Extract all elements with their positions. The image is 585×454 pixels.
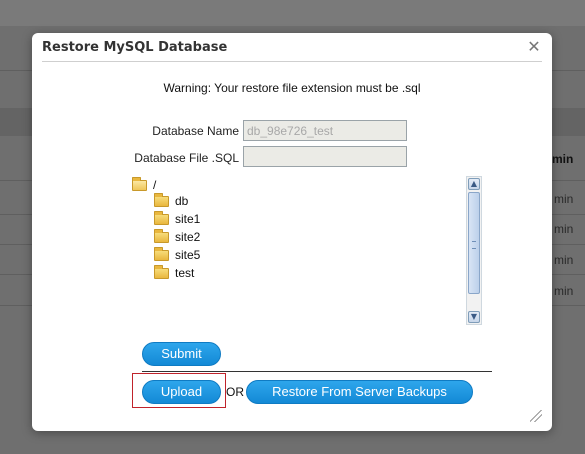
background-cell: min xyxy=(554,284,574,298)
scroll-down-arrow-icon[interactable]: ▼ xyxy=(468,311,480,323)
action-divider xyxy=(142,371,492,372)
folder-icon xyxy=(154,246,169,261)
background-cell: min xyxy=(554,253,574,267)
tree-item[interactable]: test xyxy=(154,264,194,282)
scroll-grip-icon xyxy=(472,241,476,249)
background-header-band xyxy=(0,0,585,26)
tree-item-label: site2 xyxy=(175,230,201,244)
database-name-field[interactable] xyxy=(243,120,407,141)
resize-grip-icon[interactable] xyxy=(530,410,542,422)
tree-item[interactable]: db xyxy=(154,192,188,210)
tree-root[interactable]: / xyxy=(132,176,156,194)
tree-item-label: db xyxy=(175,194,189,208)
folder-icon xyxy=(154,210,169,225)
background-cell: min xyxy=(554,222,574,236)
tree-item-label: test xyxy=(175,266,195,280)
folder-icon xyxy=(154,264,169,279)
tree-root-label: / xyxy=(153,178,157,192)
dialog-title: Restore MySQL Database xyxy=(42,40,228,55)
tree-item-label: site5 xyxy=(175,248,201,262)
title-divider xyxy=(42,61,542,62)
upload-button[interactable]: Upload xyxy=(142,380,221,404)
tree-item-label: site1 xyxy=(175,212,201,226)
database-file-label: Database File .SQL xyxy=(134,151,239,165)
tree-item[interactable]: site1 xyxy=(154,210,200,228)
restore-dialog: Restore MySQL Database ✕ Warning: Your r… xyxy=(32,33,552,431)
folder-icon xyxy=(154,192,169,207)
close-icon[interactable]: ✕ xyxy=(526,39,542,55)
tree-scrollbar[interactable]: ▲ ▼ xyxy=(466,176,482,325)
database-file-field[interactable] xyxy=(243,146,407,167)
tree-item[interactable]: site5 xyxy=(154,246,200,264)
background-cell: min xyxy=(554,192,574,206)
folder-icon xyxy=(154,228,169,243)
scroll-up-arrow-icon[interactable]: ▲ xyxy=(468,178,480,190)
or-separator: OR xyxy=(226,385,244,399)
background-column-header: min xyxy=(552,152,574,166)
warning-message: Warning: Your restore file extension mus… xyxy=(163,81,421,95)
tree-item[interactable]: site2 xyxy=(154,228,200,246)
scroll-thumb[interactable] xyxy=(468,192,480,294)
file-tree: / db site1 site2 site5 test xyxy=(130,176,480,326)
database-name-label: Database Name xyxy=(152,124,239,138)
restore-from-backups-button[interactable]: Restore From Server Backups xyxy=(246,380,473,404)
submit-button[interactable]: Submit xyxy=(142,342,221,366)
folder-open-icon xyxy=(132,176,147,191)
